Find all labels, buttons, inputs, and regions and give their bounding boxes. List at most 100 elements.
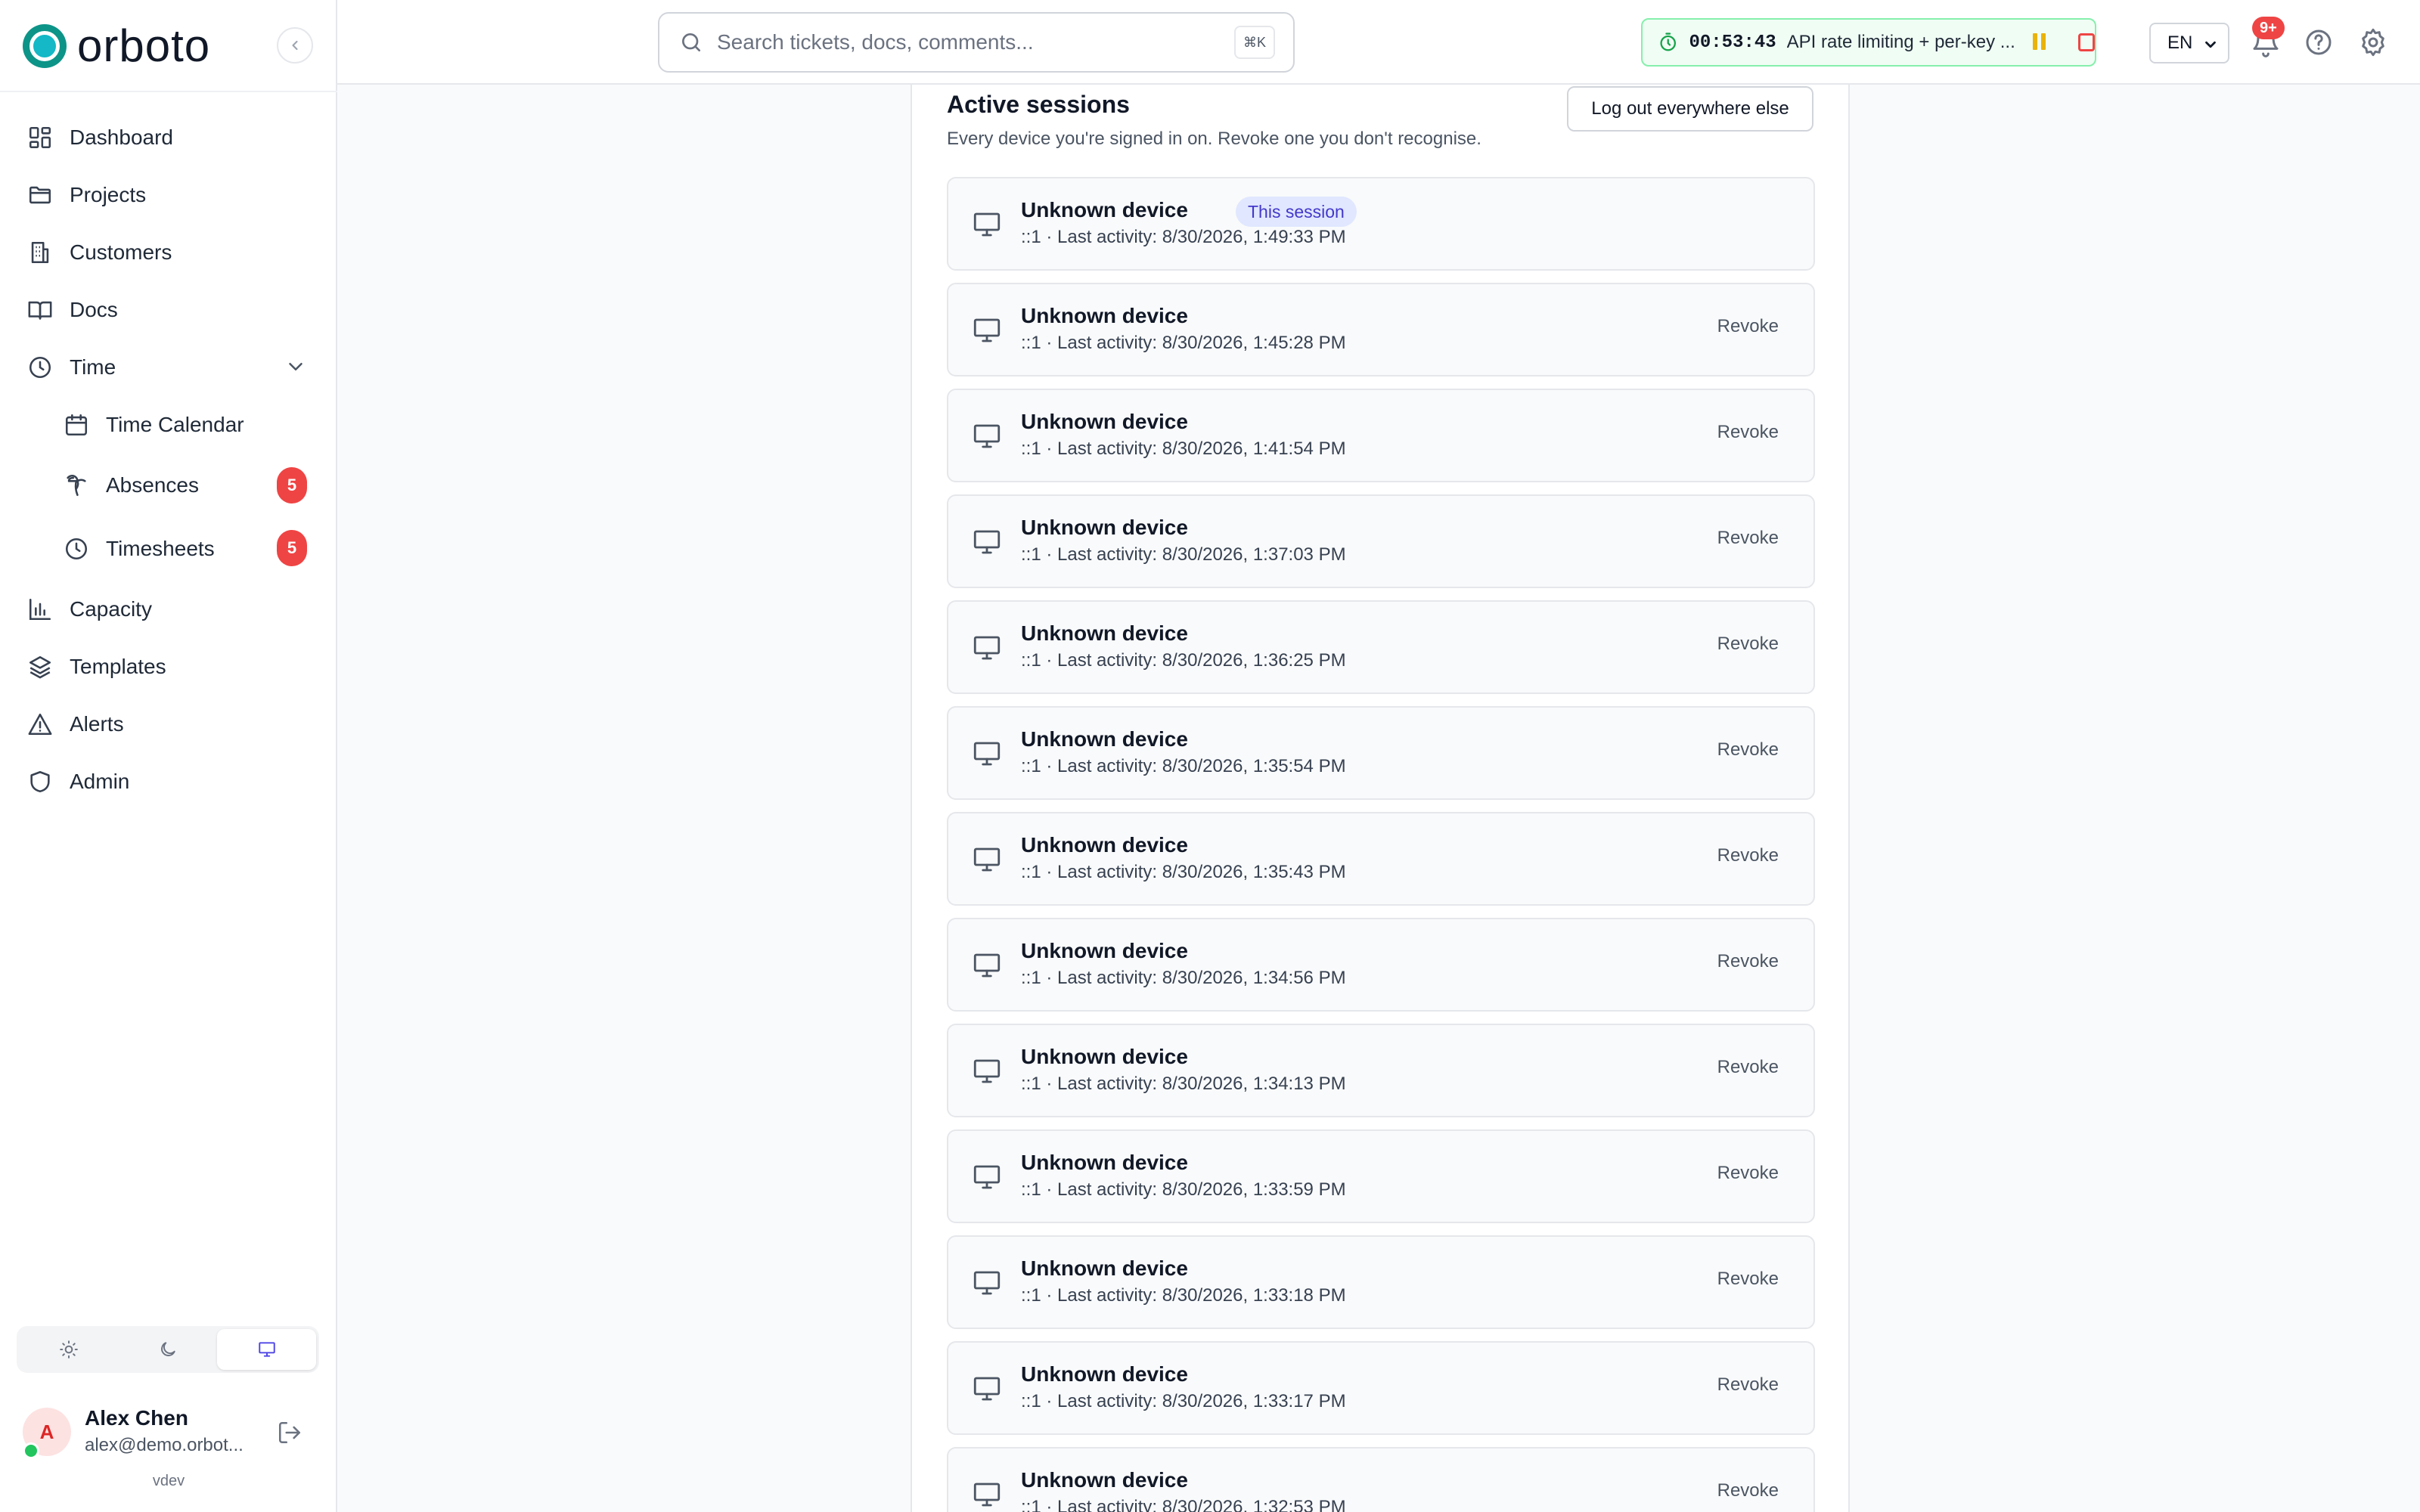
revoke-session-button[interactable]: Revoke [1717,422,1779,443]
session-meta: ::1 · Last activity: 8/30/2026, 1:45:28 … [1021,333,1346,353]
sidebar-item-admin[interactable]: Admin [27,762,129,801]
language-select[interactable]: EN [2149,23,2229,64]
search-box[interactable]: ⌘K [658,12,1295,73]
monitor-icon [973,742,1001,766]
session-row: Unknown device::1 · Last activity: 8/30/… [947,1129,1815,1223]
language-value: EN [2167,33,2193,53]
sidebar-item-absences[interactable]: Absences [64,466,199,505]
search-input[interactable] [717,30,1246,54]
folder-icon [29,186,51,204]
building-icon [31,241,49,264]
session-meta: ::1 · Last activity: 8/30/2026, 1:35:43 … [1021,862,1346,882]
session-device-name: Unknown device [1021,1045,1188,1068]
sidebar-item-alerts[interactable]: Alerts [27,705,124,744]
revoke-session-button[interactable]: Revoke [1717,845,1779,866]
theme-dark-button[interactable] [119,1329,218,1370]
monitor-icon [973,212,1001,237]
revoke-session-button[interactable]: Revoke [1717,316,1779,337]
monitor-icon [973,1165,1001,1189]
sidebar-item-capacity[interactable]: Capacity [27,590,152,629]
brand[interactable]: orboto [23,20,210,73]
logout-icon[interactable] [277,1420,302,1445]
grid-icon [29,126,51,149]
notifications-badge: 9+ [2252,17,2285,39]
stop-timer-button[interactable] [2077,33,2096,51]
session-row: Unknown device::1 · Last activity: 8/30/… [947,389,1815,482]
session-device-name: Unknown device [1021,1151,1188,1174]
monitor-icon [973,530,1001,554]
chevron-down-icon [2205,41,2216,48]
revoke-session-button[interactable]: Revoke [1717,528,1779,549]
sun-icon [60,1340,79,1359]
sidebar-item-templates[interactable]: Templates [27,647,166,686]
theme-system-button[interactable] [217,1329,317,1370]
app-version: vdev [152,1473,185,1489]
session-row: Unknown device::1 · Last activity: 8/30/… [947,1341,1815,1435]
session-row: Unknown device::1 · Last activity: 8/30/… [947,177,1815,271]
revoke-session-button[interactable]: Revoke [1717,634,1779,655]
monitor-icon [973,636,1001,660]
moon-icon [161,1342,175,1356]
timer-task-title: API rate limiting + per-key ... [1786,32,2015,52]
revoke-session-button[interactable]: Revoke [1717,1163,1779,1184]
chevron-down-icon[interactable] [284,355,307,378]
session-device-name: Unknown device [1021,833,1188,857]
session-device-name: Unknown device [1021,198,1188,222]
collapse-sidebar-button[interactable] [277,27,313,64]
running-timer[interactable]: 00:53:43 API rate limiting + per-key ... [1641,18,2096,67]
sidebar-item-dashboard[interactable]: Dashboard [27,118,173,157]
page-title: Active sessions [947,91,1130,118]
theme-light-button[interactable] [20,1329,119,1370]
session-meta: ::1 · Last activity: 8/30/2026, 1:35:54 … [1021,756,1346,776]
logout-everywhere-button[interactable]: Log out everywhere else [1567,86,1813,132]
sidebar-item-label: Templates [70,655,166,678]
revoke-session-button[interactable]: Revoke [1717,1374,1779,1396]
sidebar-item-label: Projects [70,183,147,206]
monitor-icon [258,1342,275,1357]
revoke-session-button[interactable]: Revoke [1717,1480,1779,1501]
palm-tree-icon [67,474,86,497]
clock-icon [29,356,51,379]
user-name: Alex Chen [85,1406,188,1430]
session-device-name: Unknown device [1021,1362,1188,1386]
help-icon[interactable] [2304,27,2334,57]
monitor-icon [973,1483,1001,1507]
sidebar-item-label: Admin [70,770,130,793]
sidebar-item-label: Time Calendar [106,413,244,436]
user-card[interactable]: A Alex Chen alex@demo.orbot... [23,1405,318,1461]
user-email: alex@demo.orbot... [85,1435,244,1455]
session-meta: ::1 · Last activity: 8/30/2026, 1:37:03 … [1021,544,1346,565]
clock-icon [65,538,88,560]
session-meta: ::1 · Last activity: 8/30/2026, 1:34:56 … [1021,968,1346,988]
session-meta: ::1 · Last activity: 8/30/2026, 1:41:54 … [1021,438,1346,459]
calendar-icon [65,414,88,436]
revoke-session-button[interactable]: Revoke [1717,739,1779,761]
session-row: Unknown device::1 · Last activity: 8/30/… [947,1024,1815,1117]
revoke-session-button[interactable]: Revoke [1717,1057,1779,1078]
session-meta: ::1 · Last activity: 8/30/2026, 1:33:18 … [1021,1285,1346,1306]
top-bar: ⌘K 00:53:43 API rate limiting + per-key … [337,0,2420,85]
sidebar-item-docs[interactable]: Docs [27,290,118,330]
sidebar-item-timesheets[interactable]: Timesheets [64,529,215,569]
sidebar-item-time[interactable]: Time [27,348,116,387]
current-session-badge: This session [1236,197,1357,227]
sidebar-item-label: Alerts [70,712,124,736]
session-meta: ::1 · Last activity: 8/30/2026, 1:34:13 … [1021,1074,1346,1094]
sidebar-item-customers[interactable]: Customers [27,233,172,272]
pause-timer-button[interactable] [2032,33,2049,51]
search-icon [682,33,700,51]
sidebar-item-label: Absences [106,473,199,497]
sidebar-item-projects[interactable]: Projects [27,175,146,215]
revoke-session-button[interactable]: Revoke [1717,1269,1779,1290]
layers-icon [29,655,51,679]
gear-icon[interactable] [2358,27,2388,57]
sessions-panel: Active sessions Every device you're sign… [911,85,1850,1512]
revoke-session-button[interactable]: Revoke [1717,951,1779,972]
session-device-name: Unknown device [1021,939,1188,962]
session-device-name: Unknown device [1021,727,1188,751]
session-meta: ::1 · Last activity: 8/30/2026, 1:49:33 … [1021,227,1346,247]
monitor-icon [973,318,1001,342]
shield-icon [30,770,50,793]
sidebar-item-label: Time [70,355,116,379]
sidebar-item-time-calendar[interactable]: Time Calendar [64,405,244,445]
